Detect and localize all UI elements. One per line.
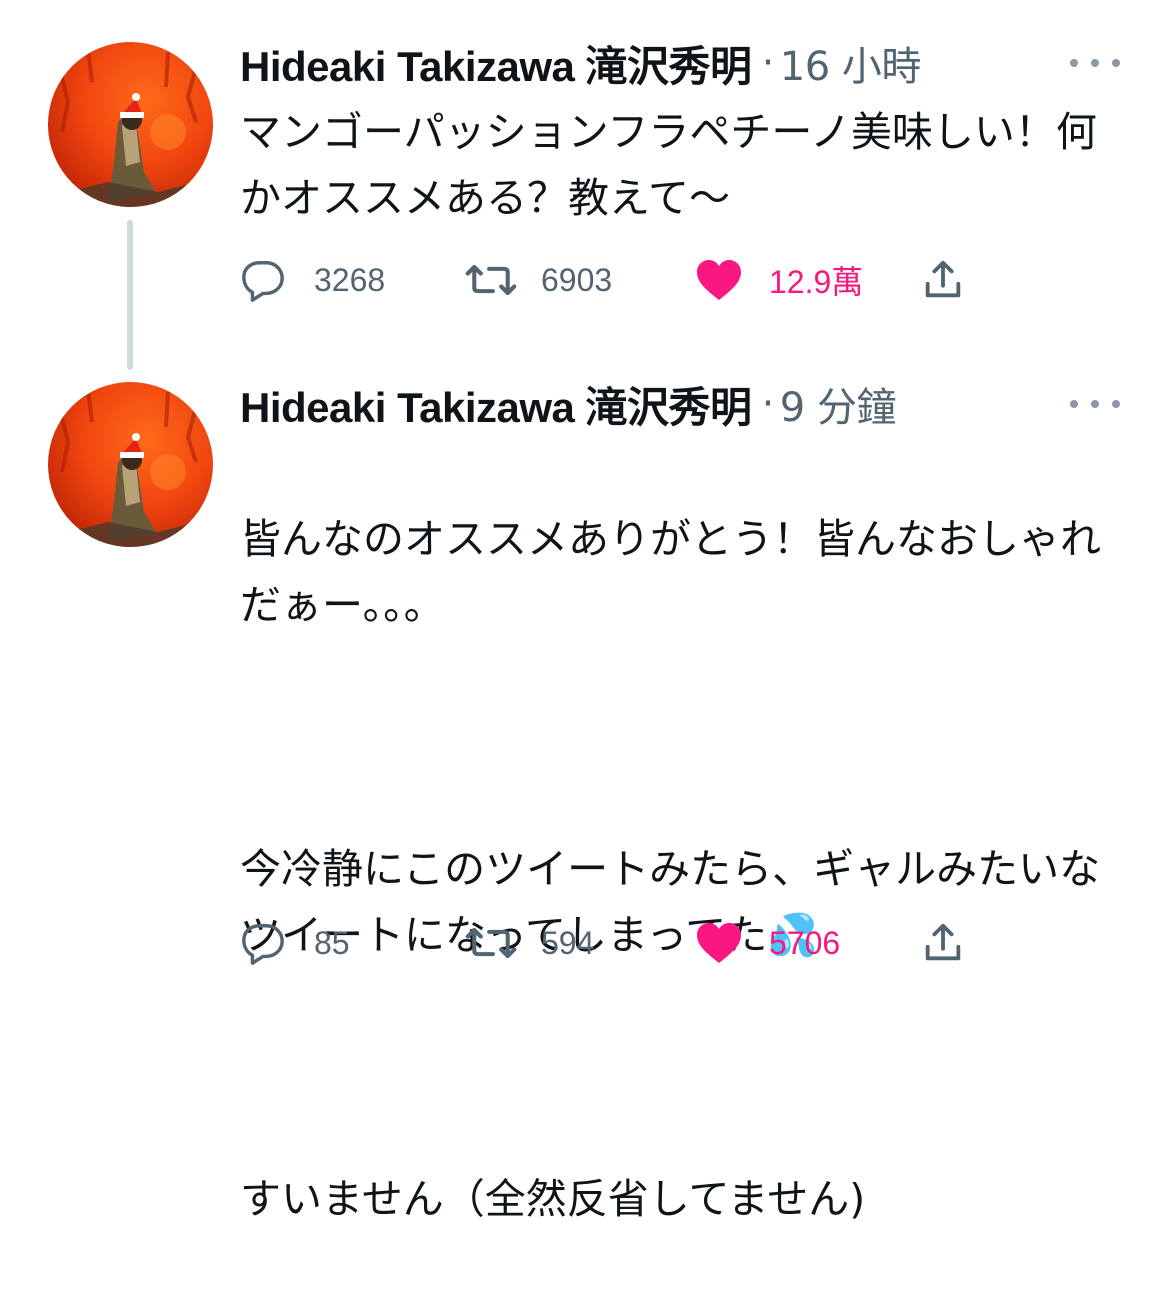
- tweet-paragraph: 皆んなのオススメありがとう！皆んなおしゃれだぁー。。。: [240, 515, 1101, 629]
- share-button[interactable]: [920, 913, 966, 973]
- retweet-count: 594: [541, 924, 595, 961]
- retweet-icon: [465, 920, 517, 966]
- heart-icon: [695, 921, 743, 965]
- tweet-paragraph: すいません（全然反省してません): [240, 1175, 866, 1223]
- reply-icon: [240, 920, 286, 966]
- author-name[interactable]: Hideaki Takizawa 滝沢秀明: [240, 374, 752, 435]
- action-bar: 85 594 5706: [240, 913, 1000, 973]
- avatar[interactable]: [48, 382, 213, 547]
- separator-dot: ·: [761, 381, 775, 427]
- tweet-text: 皆んなのオススメありがとう！皆んなおしゃれだぁー。。。 今冷静にこのツイートみた…: [240, 440, 1120, 1298]
- tweet-header: Hideaki Takizawa 滝沢秀明 · 9 分鐘: [240, 374, 896, 434]
- share-icon: [920, 920, 966, 966]
- avatar-image: [48, 389, 213, 547]
- timestamp[interactable]: 9 分鐘: [780, 375, 897, 433]
- more-icon[interactable]: [1070, 394, 1120, 414]
- like-count: 5706: [769, 924, 841, 961]
- retweet-button[interactable]: 594: [465, 913, 594, 973]
- reply-count: 85: [314, 924, 350, 961]
- like-button[interactable]: 5706: [695, 913, 840, 973]
- tweet-2[interactable]: Hideaki Takizawa 滝沢秀明 · 9 分鐘 皆んなのオススメありが…: [0, 0, 1170, 1223]
- reply-button[interactable]: 85: [240, 913, 350, 973]
